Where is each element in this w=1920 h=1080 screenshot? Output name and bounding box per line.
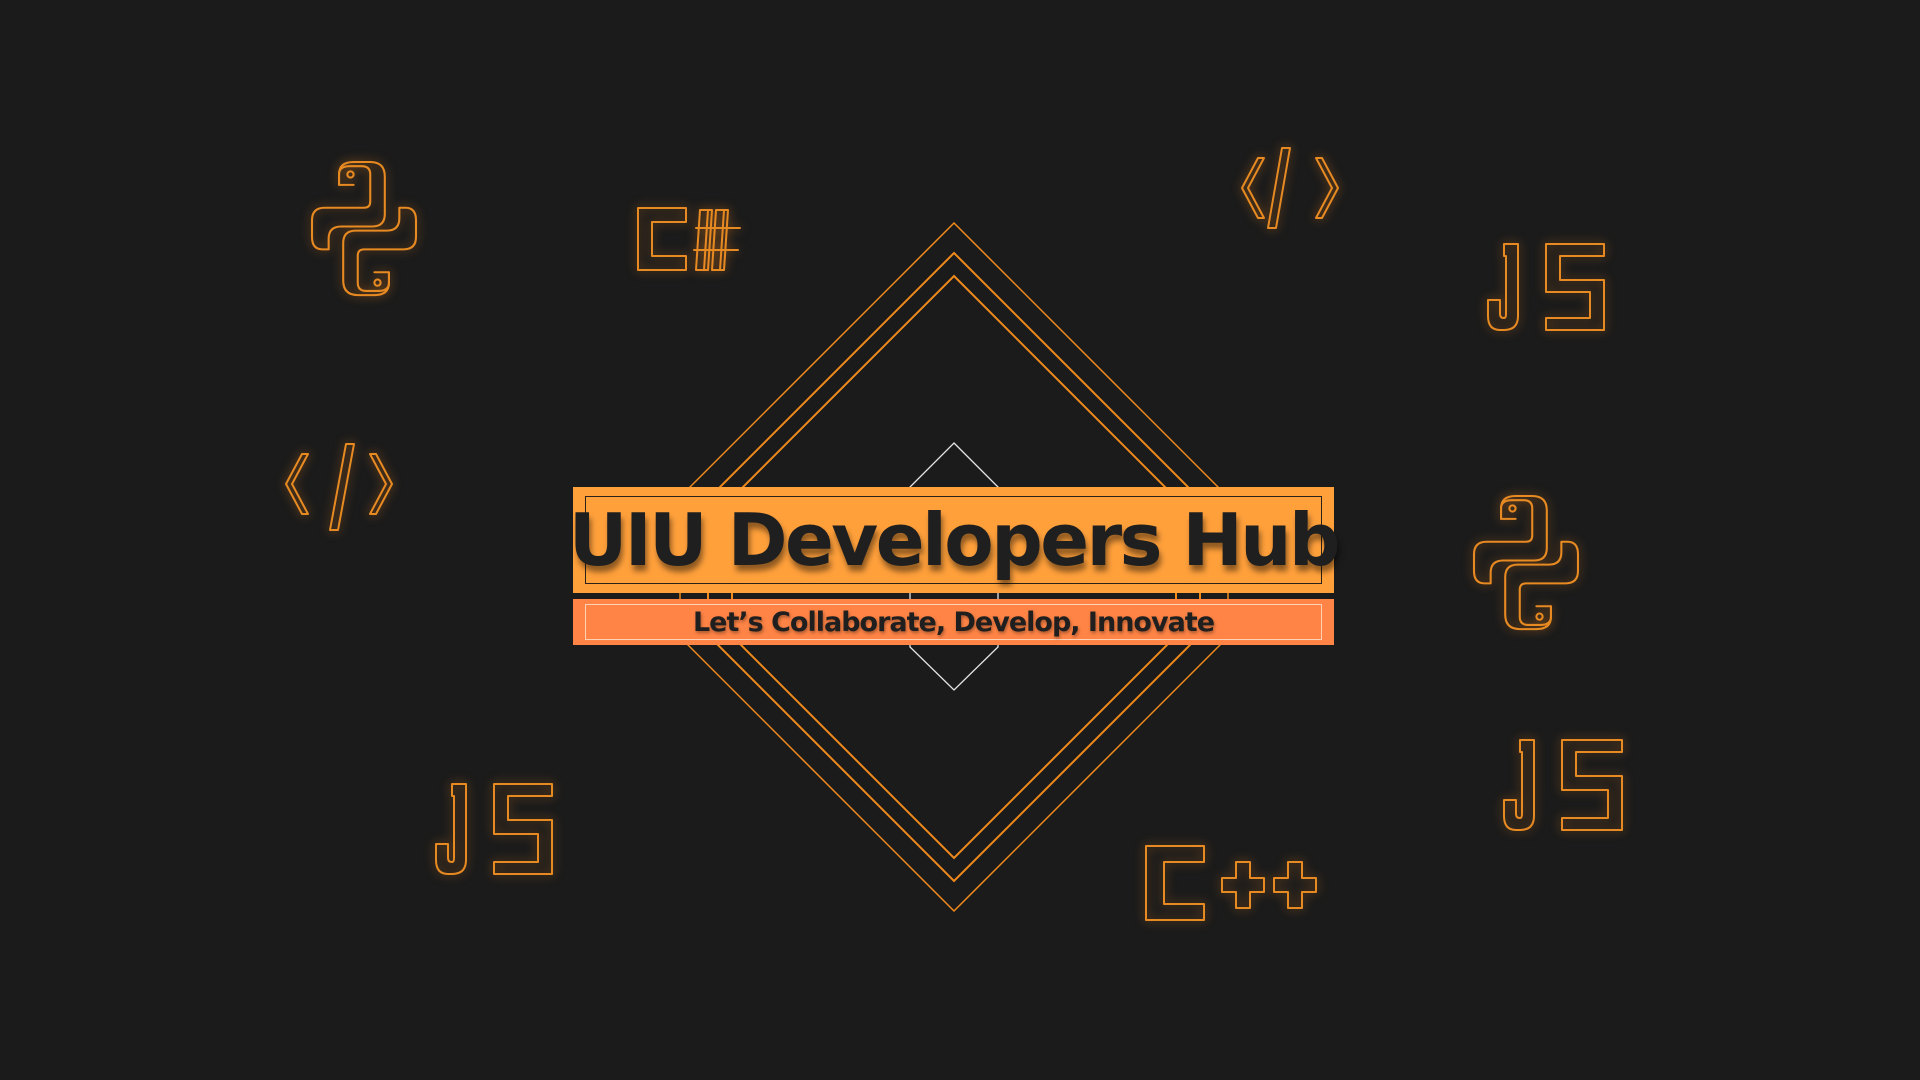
banner-canvas: UIU Developers Hub Let’s Collaborate, De… bbox=[0, 0, 1920, 1080]
javascript-icon bbox=[1503, 739, 1623, 831]
subtitle-banner: Let’s Collaborate, Develop, Innovate bbox=[573, 599, 1334, 645]
code-tag-icon bbox=[1241, 147, 1339, 229]
code-tag-icon bbox=[285, 443, 393, 531]
tagline: Let’s Collaborate, Develop, Innovate bbox=[692, 606, 1215, 638]
python-icon bbox=[310, 160, 418, 297]
javascript-icon bbox=[435, 783, 553, 875]
cplusplus-icon bbox=[1145, 845, 1317, 921]
python-icon bbox=[1472, 494, 1580, 631]
title-banner: UIU Developers Hub bbox=[568, 487, 1341, 593]
page-title: UIU Developers Hub bbox=[568, 498, 1341, 582]
csharp-icon bbox=[637, 207, 741, 271]
javascript-icon bbox=[1487, 243, 1605, 331]
